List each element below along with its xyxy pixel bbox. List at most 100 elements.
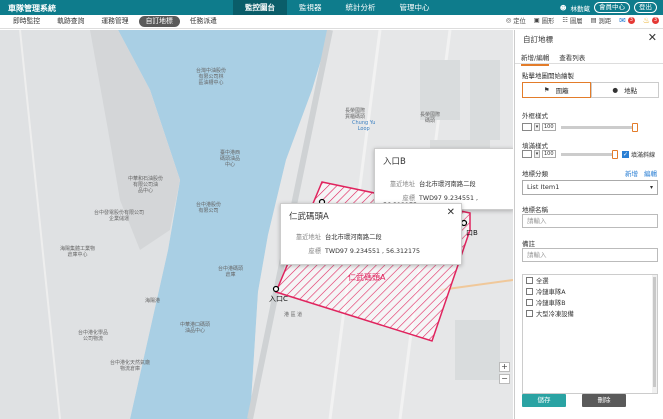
app-title: 車隊管理系統	[8, 4, 56, 13]
main-nav: 監控圖台 監視器 統計分析 管理中心	[233, 0, 442, 15]
mainnav-item-camera[interactable]: 監視器	[287, 0, 334, 15]
close-icon[interactable]: ✕	[447, 207, 455, 218]
select-all-checkbox[interactable]	[526, 277, 533, 284]
map-label: 台灣中油股份 有限公司林 區油槽中心	[196, 68, 227, 86]
bell-icon: ♨	[642, 16, 650, 25]
list-item-checkbox[interactable]	[526, 310, 533, 317]
user-icon: ☻	[559, 3, 567, 12]
frame-style-controls: ▾ 100	[522, 122, 638, 132]
close-icon[interactable]: ✕	[648, 31, 657, 44]
chevron-down-icon: ▾	[649, 184, 653, 191]
map-label: 中華和石油股份 有限公司油 品中心	[128, 176, 164, 194]
frame-size-input[interactable]: 100	[542, 123, 556, 131]
fill-opacity-slider[interactable]	[561, 149, 618, 159]
subnav-item-live[interactable]: 即時監控	[6, 16, 47, 27]
landmark-name-input[interactable]: 請輸入	[522, 214, 658, 228]
fill-hatch-label: 填滿斜線	[631, 151, 656, 159]
pin-icon: ●	[612, 86, 619, 94]
top-header: 車隊管理系統 監控圖台 監視器 統計分析 管理中心 ☻ 林勤蔵 會員中心 登出	[0, 0, 663, 15]
category-add-link[interactable]: 新增	[625, 168, 638, 178]
address-value: 台北市環河南路二段	[419, 181, 476, 188]
map-label: 港 區 道	[284, 312, 303, 318]
map-label: 海陽港	[145, 298, 161, 304]
draw-label: 點擊地圖開始繪製	[522, 72, 574, 80]
list-item-checkbox[interactable]	[526, 299, 533, 306]
locate-icon: ◎	[505, 17, 512, 24]
mainnav-item-monitor[interactable]: 監控圖台	[233, 0, 287, 15]
divider	[515, 63, 663, 64]
marker-b-label: 口B	[466, 229, 478, 237]
layers-icon: ☷	[562, 17, 568, 24]
list-item[interactable]: 冷鏈車隊A	[523, 286, 657, 297]
draw-point-button[interactable]: ● 地點	[590, 82, 659, 98]
map-label: 台中港化學品 公司物流	[78, 330, 109, 342]
list-item-checkbox[interactable]	[526, 288, 533, 295]
logout-button[interactable]: 登出	[634, 2, 657, 13]
tool-ruler[interactable]: ▤ 測距	[591, 16, 612, 25]
map-canvas[interactable]: 台灣中油股份 有限公司林 區油槽中心 長榮國際 貨櫃碼頭 Chung Yu Lo…	[0, 30, 513, 419]
list-item[interactable]: 冷鏈車隊B	[523, 297, 657, 308]
map-label: 長榮國際 貨櫃碼頭	[345, 108, 366, 120]
map-label: 台中港化天然氣廠 物流倉庫	[110, 360, 151, 372]
tool-locate[interactable]: ◎ 定位	[506, 16, 526, 25]
subnav-item-landmark[interactable]: 自訂地標	[138, 16, 180, 27]
zoom-in-button[interactable]: +	[499, 362, 510, 372]
map-tools: ◎ 定位 ▣ 圖形 ☷ 圖層 ▤ 測距 ✉ 3 ♨ 3	[506, 16, 659, 25]
user-area: ☻ 林勤蔵 會員中心 登出	[560, 2, 657, 13]
landmark-panel: 自訂地標 ✕ 新增/編輯 查看列表 點擊地圖開始繪製 ⚑ 圍籬 ● 地點 外框樣式 …	[514, 30, 663, 419]
note-input[interactable]: 請輸入	[522, 248, 658, 262]
member-center-button[interactable]: 會員中心	[594, 2, 630, 13]
fill-size-input[interactable]: 100	[542, 150, 556, 158]
chat-badge: 3	[627, 17, 635, 24]
save-button[interactable]: 儲存	[522, 394, 566, 407]
user-name: 林勤蔵	[570, 4, 591, 13]
map-label: 台中港股份 有限公司	[196, 202, 222, 214]
popup-title: 入口B	[383, 157, 406, 167]
chevron-down-icon[interactable]: ▾	[534, 150, 540, 158]
mainnav-item-statistics[interactable]: 統計分析	[334, 0, 388, 15]
sub-header: 即時監控 軌跡查詢 運務管理 自訂地標 任務派遣 ◎ 定位 ▣ 圖形 ☷ 圖層 ▤ 測距…	[0, 15, 663, 29]
zoom-out-button[interactable]: −	[499, 374, 510, 384]
chevron-down-icon[interactable]: ▾	[534, 123, 540, 131]
category-edit-link[interactable]: 編輯	[644, 168, 657, 178]
delete-button[interactable]: 刪除	[582, 394, 626, 407]
popup-entrance-b: 入口B 靠近地址台北市環河南路二段 座標TWD97 9.234551 , 56.…	[374, 148, 513, 210]
list-scrollbar[interactable]	[652, 275, 657, 393]
notification-button[interactable]: ♨ 3	[643, 16, 659, 25]
map-label: 長榮國際 碼頭	[420, 112, 441, 124]
select-all-row[interactable]: 全選	[523, 275, 657, 286]
address-key: 靠近地址	[295, 234, 321, 241]
coord-key: 座標	[308, 248, 321, 255]
marker-c-label: 入口C	[269, 295, 288, 303]
shapes-icon: ▣	[533, 17, 540, 24]
draw-fence-button[interactable]: ⚑ 圍籬	[522, 82, 591, 98]
map-label: Chung Yu Loop	[352, 120, 376, 132]
subnav-item-track[interactable]: 軌跡查詢	[50, 16, 91, 27]
tool-layers[interactable]: ☷ 圖層	[562, 16, 582, 25]
map-label: 海陽集體工業物 倉庫中心	[60, 246, 96, 258]
fence-label: 仁武碼頭A	[348, 273, 386, 282]
subnav-item-dispatch[interactable]: 任務派遣	[183, 16, 224, 27]
scroll-thumb[interactable]	[653, 277, 656, 387]
coord-key: 座標	[402, 195, 415, 202]
bell-badge: 3	[652, 17, 659, 24]
mainnav-item-management[interactable]: 管理中心	[388, 0, 442, 15]
map-label: 臺中港西 碼頭油品 中心	[220, 150, 241, 168]
address-key: 靠近地址	[389, 181, 415, 188]
chat-button[interactable]: ✉ 3	[619, 16, 635, 25]
list-item[interactable]: 大型冷凍設備	[523, 308, 657, 319]
vehicle-list: 全選 冷鏈車隊A 冷鏈車隊B 大型冷凍設備	[522, 274, 658, 394]
fill-color-swatch[interactable]	[522, 150, 532, 158]
category-select[interactable]: List Item1 ▾	[522, 180, 658, 195]
slider-handle[interactable]	[632, 122, 638, 132]
frame-opacity-slider[interactable]	[561, 122, 638, 132]
chat-icon: ✉	[619, 16, 626, 25]
frame-color-swatch[interactable]	[522, 123, 532, 131]
panel-title: 自訂地標	[523, 35, 553, 44]
coord-value: TWD97 9.234551 , 56.312175	[325, 248, 421, 255]
tool-shapes[interactable]: ▣ 圖形	[534, 16, 555, 25]
subnav-item-ops[interactable]: 運務管理	[94, 16, 135, 27]
slider-handle[interactable]	[612, 149, 618, 159]
map-label: 台中發電股份有限公司 企業儲運	[94, 210, 145, 222]
fill-hatch-checkbox[interactable]: ✓	[622, 150, 629, 158]
